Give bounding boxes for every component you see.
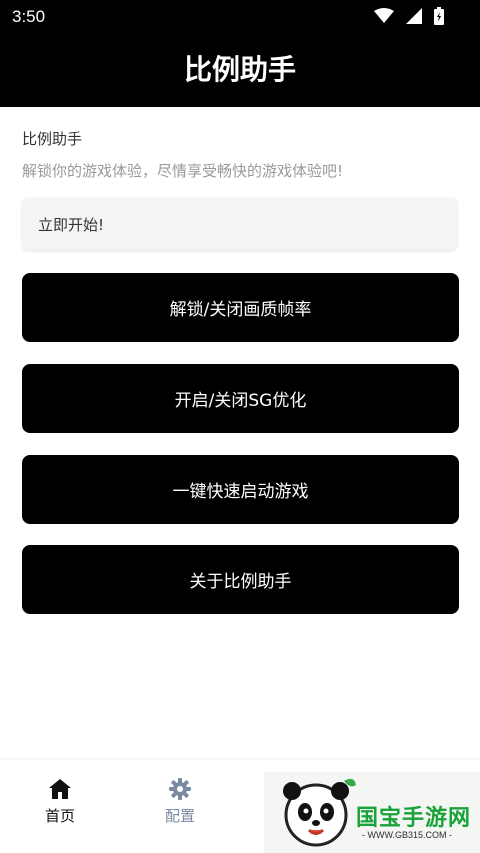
nav-label-home: 首页 <box>44 807 75 825</box>
button-label: 开启/关闭SG优化 <box>174 391 307 411</box>
gear-icon <box>169 778 191 800</box>
home-icon <box>49 779 71 799</box>
nav-item-home[interactable]: 首页 <box>20 778 100 826</box>
toggle-sg-optimization-button[interactable]: 开启/关闭SG优化 <box>22 364 459 433</box>
app-header: 3:50 比例助手 <box>0 0 480 107</box>
button-label: 关于比例助手 <box>189 572 292 592</box>
wifi-icon <box>374 8 394 23</box>
about-button[interactable]: 关于比例助手 <box>22 545 459 614</box>
signal-icon <box>406 8 422 24</box>
nav-label-config: 配置 <box>164 807 195 825</box>
nav-item-config[interactable]: 配置 <box>140 778 220 826</box>
page-title: 比例助手 <box>183 53 296 86</box>
toggle-quality-framerate-button[interactable]: 解锁/关闭画质帧率 <box>22 273 459 342</box>
status-time: 3:50 <box>12 7 46 26</box>
status-icons <box>374 6 444 26</box>
watermark-url: - WWW.GB315.COM - <box>362 830 452 840</box>
button-label: 解锁/关闭画质帧率 <box>169 300 312 320</box>
start-now-label: 立即开始! <box>38 215 105 234</box>
content-title: 比例助手 <box>22 130 83 148</box>
start-now-box[interactable]: 立即开始! <box>22 198 457 250</box>
watermark-brand: 国宝手游网 <box>356 806 472 831</box>
watermark-logo: 国宝手游网 - WWW.GB315.COM - <box>264 772 480 853</box>
battery-icon <box>434 7 444 25</box>
content-subtitle: 解锁你的游戏体验，尽情享受畅快的游戏体验吧! <box>22 162 344 180</box>
quick-launch-game-button[interactable]: 一键快速启动游戏 <box>22 455 459 524</box>
panda-icon <box>283 778 356 847</box>
button-label: 一键快速启动游戏 <box>172 482 309 502</box>
